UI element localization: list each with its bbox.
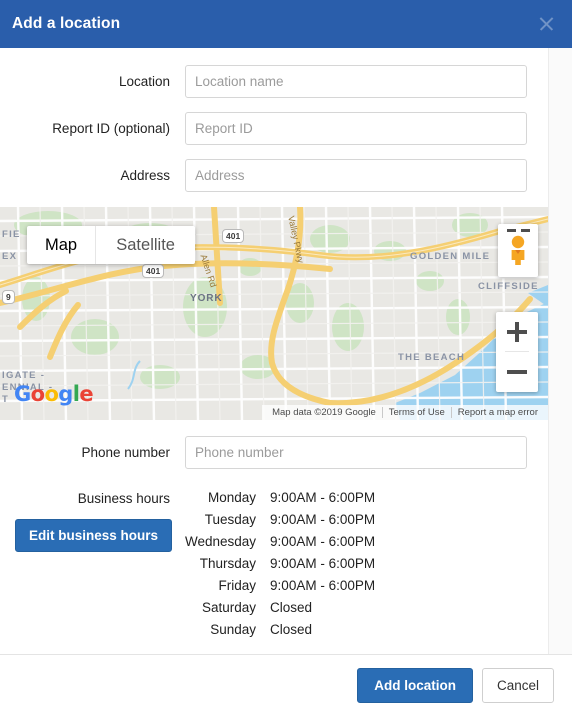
report-id-input[interactable] <box>185 112 527 145</box>
business-hours-value: Closed <box>270 600 313 615</box>
business-hours-value: 9:00AM - 6:00PM <box>270 512 376 527</box>
map-label-edge-ex: EX <box>2 251 18 262</box>
road-shield-401-east: 401 <box>222 229 245 243</box>
map-type-button-map[interactable]: Map <box>27 226 95 264</box>
business-hours-value: 9:00AM - 6:00PM <box>270 556 376 571</box>
map-widget[interactable]: GOLDEN MILE CLIFFSIDE THE BEACH YORK FIE… <box>0 207 548 420</box>
business-hours-tbody: Monday 9:00AM - 6:00PM Tuesday 9:00AM - 6:0… <box>185 487 375 641</box>
field-row-report-id: Report ID (optional) <box>0 112 548 145</box>
business-hours-value: Closed <box>270 622 313 637</box>
map-label-cliffside: CLIFFSIDE <box>478 281 539 292</box>
business-hours-row: Saturday Closed <box>185 597 375 619</box>
business-hours-row: Monday 9:00AM - 6:00PM <box>185 487 375 509</box>
business-hours-row: Friday 9:00AM - 6:00PM <box>185 575 376 597</box>
map-zoom-control[interactable] <box>496 312 538 392</box>
field-row-phone: Phone number <box>0 436 548 469</box>
business-hours-row: Thursday 9:00AM - 6:00PM <box>185 553 375 575</box>
label-business-hours: Business hours <box>77 491 170 506</box>
business-hours-day: Sunday <box>210 622 257 637</box>
label-address: Address <box>120 168 170 183</box>
business-hours-table: Monday 9:00AM - 6:00PM Tuesday 9:00AM - 6:0… <box>185 487 375 641</box>
map-label-edge-igate: IGATE - <box>2 370 46 381</box>
map-label-edge-fie: FIE <box>2 229 21 240</box>
label-report-id: Report ID (optional) <box>52 121 170 136</box>
minus-icon <box>507 370 527 374</box>
street-view-pegman-icon[interactable] <box>498 224 538 277</box>
road-shield-9: 9 <box>2 290 15 304</box>
business-hours-row: Wednesday 9:00AM - 6:00PM <box>185 531 375 553</box>
business-hours-value: 9:00AM - 6:00PM <box>270 534 376 549</box>
map-attribution-bar: Map data ©2019 Google Terms of Use Repor… <box>262 405 548 420</box>
edit-business-hours-button[interactable]: Edit business hours <box>14 519 172 552</box>
map-type-button-satellite[interactable]: Satellite <box>95 226 195 264</box>
business-hours-day: Tuesday <box>204 512 257 527</box>
zoom-in-button[interactable] <box>496 312 538 352</box>
google-logo: Google <box>14 382 94 406</box>
map-label-york: YORK <box>190 293 223 304</box>
label-location: Location <box>118 74 170 89</box>
zoom-out-button[interactable] <box>496 352 538 392</box>
phone-number-input[interactable] <box>185 436 527 469</box>
close-icon[interactable] <box>536 13 558 35</box>
business-hours-day: Monday <box>208 490 257 505</box>
attribution-report-error-link[interactable]: Report a map error <box>450 407 544 418</box>
address-input[interactable] <box>185 159 527 192</box>
dialog-scrollbar[interactable] <box>548 48 572 654</box>
business-hours-row: Sunday Closed <box>185 619 375 641</box>
label-phone-number: Phone number <box>81 445 170 460</box>
attribution-terms-link[interactable]: Terms of Use <box>381 407 451 418</box>
business-hours-row: Tuesday 9:00AM - 6:00PM <box>185 509 375 531</box>
map-type-control[interactable]: Map Satellite <box>27 226 196 264</box>
attribution-mapdata: Map data ©2019 Google <box>272 407 376 418</box>
business-hours-day: Thursday <box>199 556 257 571</box>
map-label-golden-mile: GOLDEN MILE <box>410 251 491 262</box>
dialog-header: Add a location <box>0 0 572 48</box>
dialog-body: Location Report ID (optional) Address <box>0 48 572 654</box>
plus-icon <box>507 322 527 342</box>
add-location-dialog: Add a location Location Report ID (optio… <box>0 0 572 715</box>
dialog-footer: Add location Cancel <box>0 654 572 715</box>
cancel-button[interactable]: Cancel <box>481 667 554 703</box>
map-label-the-beach: THE BEACH <box>398 352 466 363</box>
business-hours-day: Wednesday <box>185 534 257 549</box>
field-row-location: Location <box>0 65 548 98</box>
add-location-button[interactable]: Add location <box>357 667 473 703</box>
business-hours-value: 9:00AM - 6:00PM <box>270 578 376 593</box>
map-label-edge-t: T <box>2 394 10 405</box>
business-hours-left: Business hours Edit business hours <box>0 491 185 641</box>
road-shield-401-west: 401 <box>142 264 165 278</box>
dialog-body-content: Location Report ID (optional) Address <box>0 48 548 654</box>
pegman-figure-icon <box>511 235 525 265</box>
location-name-input[interactable] <box>185 65 527 98</box>
pegman-rails <box>506 229 530 232</box>
dialog-title: Add a location <box>12 15 121 32</box>
business-hours-value: 9:00AM - 6:00PM <box>270 490 376 505</box>
field-row-address: Address <box>0 159 548 192</box>
business-hours-day: Friday <box>218 578 257 593</box>
business-hours-day: Saturday <box>202 600 257 615</box>
business-hours-section: Business hours Edit business hours Monda… <box>0 490 548 641</box>
